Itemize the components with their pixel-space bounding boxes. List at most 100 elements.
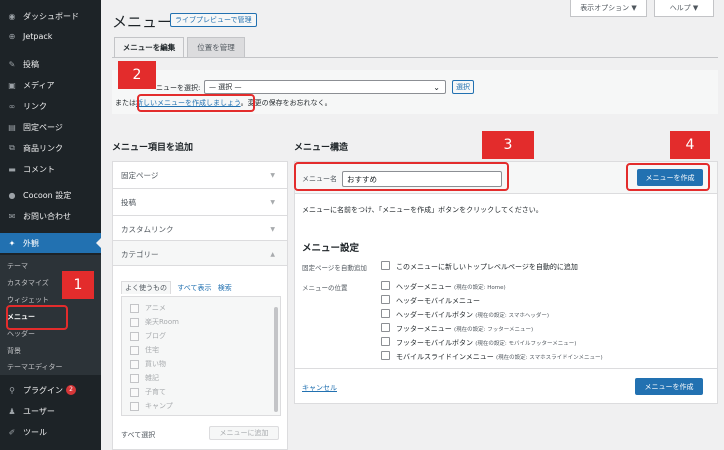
annotation-number: 1: [62, 271, 94, 299]
scrollbar[interactable]: [274, 307, 278, 412]
plugin-icon: ⚲: [9, 385, 15, 395]
location-option: モバイルスライドインメニュー (現在の設定: スマホスライドインメニュー): [396, 352, 603, 362]
location-name: モバイルスライドインメニュー: [396, 353, 494, 361]
checkbox[interactable]: [130, 317, 139, 327]
list-item[interactable]: 雑記: [130, 373, 159, 383]
list-item[interactable]: ブログ: [130, 331, 166, 341]
sidebar-item-comments[interactable]: ▬ コメント: [0, 159, 101, 179]
checkbox[interactable]: [130, 331, 139, 341]
sidebar-item-media[interactable]: ▣ メディア: [0, 75, 101, 95]
category-label: 楽天Room: [145, 318, 179, 326]
submenu-item-themes[interactable]: テーマ: [7, 261, 28, 271]
mail-icon: ✉: [8, 211, 16, 221]
checkbox[interactable]: [130, 387, 139, 397]
menu-settings-heading: メニュー設定: [302, 243, 360, 254]
checkbox[interactable]: [130, 401, 139, 411]
sidebar-item-posts[interactable]: ✎ 投稿: [0, 54, 101, 74]
location-name: ヘッダーモバイルボタン: [396, 311, 473, 319]
category-label: 子育て: [145, 388, 166, 396]
auto-add-option: このメニューに新しいトップレベルページを自動的に追加: [396, 263, 578, 271]
category-label: 雑記: [145, 374, 159, 382]
location-option: ヘッダーモバイルメニュー: [396, 296, 480, 306]
sidebar-item-links[interactable]: ∞ リンク: [0, 96, 101, 116]
category-label: キャンプ: [145, 402, 173, 410]
menu-location-label: メニューの位置: [302, 284, 348, 292]
sidebar-item-dashboard[interactable]: ◉ ダッシュボード: [0, 6, 101, 26]
or-text: または: [115, 99, 136, 107]
sidebar-item-label: 商品リンク: [23, 143, 63, 153]
highlight-box-menus: [6, 305, 68, 330]
sidebar-item-label: Cocoon 設定: [23, 190, 72, 200]
sidebar-item-jetpack[interactable]: ⊕ Jetpack: [0, 26, 101, 46]
pin-icon: ✎: [8, 59, 16, 69]
sidebar-item-appearance[interactable]: ✦ 外観: [0, 233, 101, 253]
checkbox[interactable]: [130, 303, 139, 313]
sidebar-item-pages[interactable]: ▤ 固定ページ: [0, 117, 101, 137]
cocoon-icon: ●: [8, 190, 16, 200]
appearance-icon: ✦: [8, 238, 16, 248]
accordion-posts[interactable]: 投稿 ▼: [112, 188, 288, 215]
add-to-menu-button[interactable]: メニューに追加: [209, 426, 279, 440]
dashboard-icon: ◉: [8, 11, 16, 21]
tab-view-all[interactable]: すべて表示: [177, 284, 211, 292]
submenu-item-background[interactable]: 背景: [7, 346, 21, 356]
add-items-heading: メニュー項目を追加: [112, 143, 194, 153]
sidebar-item-label: Jetpack: [23, 31, 53, 41]
link-icon: ∞: [8, 101, 16, 111]
list-item[interactable]: 住宅: [130, 345, 159, 355]
submenu-item-header[interactable]: ヘッダー: [7, 329, 35, 339]
sidebar-item-users[interactable]: ♟ ユーザー: [0, 401, 101, 421]
screen-options-button[interactable]: 表示オプション ▼: [570, 0, 647, 17]
submenu-item-widgets[interactable]: ウィジェット: [7, 295, 49, 305]
accordion-label: 固定ページ: [121, 170, 159, 180]
tab-manage-locations[interactable]: 位置を管理: [187, 37, 245, 57]
sidebar-item-label: プラグイン: [23, 385, 63, 395]
location-checkbox[interactable]: [381, 337, 390, 346]
list-item[interactable]: キャンプ: [130, 401, 173, 411]
location-checkbox[interactable]: [381, 309, 390, 318]
sidebar-item-tools[interactable]: ✐ ツール: [0, 422, 101, 442]
accordion-label: カスタムリンク: [121, 224, 174, 234]
tab-edit-menus[interactable]: メニューを編集: [114, 37, 184, 57]
location-option: フッターモバイルボタン (現在の設定: モバイルフッターメニュー): [396, 338, 576, 348]
list-item[interactable]: 楽天Room: [130, 317, 179, 327]
list-item[interactable]: アニメ: [130, 303, 166, 313]
sidebar-item-cocoon[interactable]: ● Cocoon 設定: [0, 185, 101, 205]
category-label: アニメ: [145, 304, 166, 312]
sidebar-item-plugins[interactable]: ⚲ プラグイン 2: [0, 380, 101, 400]
menu-select[interactable]: — 選択 — ⌄: [204, 80, 446, 94]
checkbox[interactable]: [130, 345, 139, 355]
live-preview-button[interactable]: ライブプレビューで管理: [170, 13, 257, 27]
sidebar-item-product-links[interactable]: ⧉ 商品リンク: [0, 138, 101, 158]
footer-divider: [295, 368, 717, 369]
accordion-custom-links[interactable]: カスタムリンク ▼: [112, 215, 288, 242]
menu-select-value: — 選択 —: [209, 83, 242, 91]
category-checklist: アニメ 楽天Room ブログ 住宅 買い物 雑記 子育て キャンプ: [121, 296, 281, 416]
checkbox[interactable]: [130, 359, 139, 369]
location-checkbox[interactable]: [381, 351, 390, 360]
menu-structure-panel: メニュー名 おすすめ メニューを作成 メニューに名前をつけ、「メニューを作成」ボ…: [294, 161, 718, 404]
submenu-item-customize[interactable]: カスタマイズ: [7, 278, 49, 288]
sidebar-item-contact[interactable]: ✉ お問い合わせ: [0, 206, 101, 226]
select-all-link[interactable]: すべて選択: [121, 430, 155, 440]
list-item[interactable]: 子育て: [130, 387, 166, 397]
checkbox[interactable]: [130, 373, 139, 383]
tab-search[interactable]: 検索: [218, 284, 232, 292]
page-icon: ▤: [8, 122, 16, 132]
accordion-label: 投稿: [121, 197, 136, 207]
create-menu-button-bottom[interactable]: メニューを作成: [635, 378, 703, 395]
accordion-pages[interactable]: 固定ページ ▼: [112, 161, 288, 188]
select-button[interactable]: 選択: [452, 80, 474, 94]
tab-most-used[interactable]: よく使うもの: [121, 281, 171, 294]
auto-add-checkbox[interactable]: [381, 261, 390, 270]
location-checkbox[interactable]: [381, 323, 390, 332]
cancel-link[interactable]: キャンセル: [302, 383, 337, 393]
submenu-item-theme-editor[interactable]: テーマエディター: [7, 362, 63, 372]
location-checkbox[interactable]: [381, 295, 390, 304]
location-checkbox[interactable]: [381, 281, 390, 290]
accordion-categories[interactable]: カテゴリー ▲: [112, 240, 288, 267]
list-item[interactable]: 買い物: [130, 359, 166, 369]
highlight-box-create-link: [137, 94, 255, 112]
help-button[interactable]: ヘルプ ▼: [654, 0, 714, 17]
location-note: (現在の設定: スマホヘッダー): [475, 313, 549, 319]
